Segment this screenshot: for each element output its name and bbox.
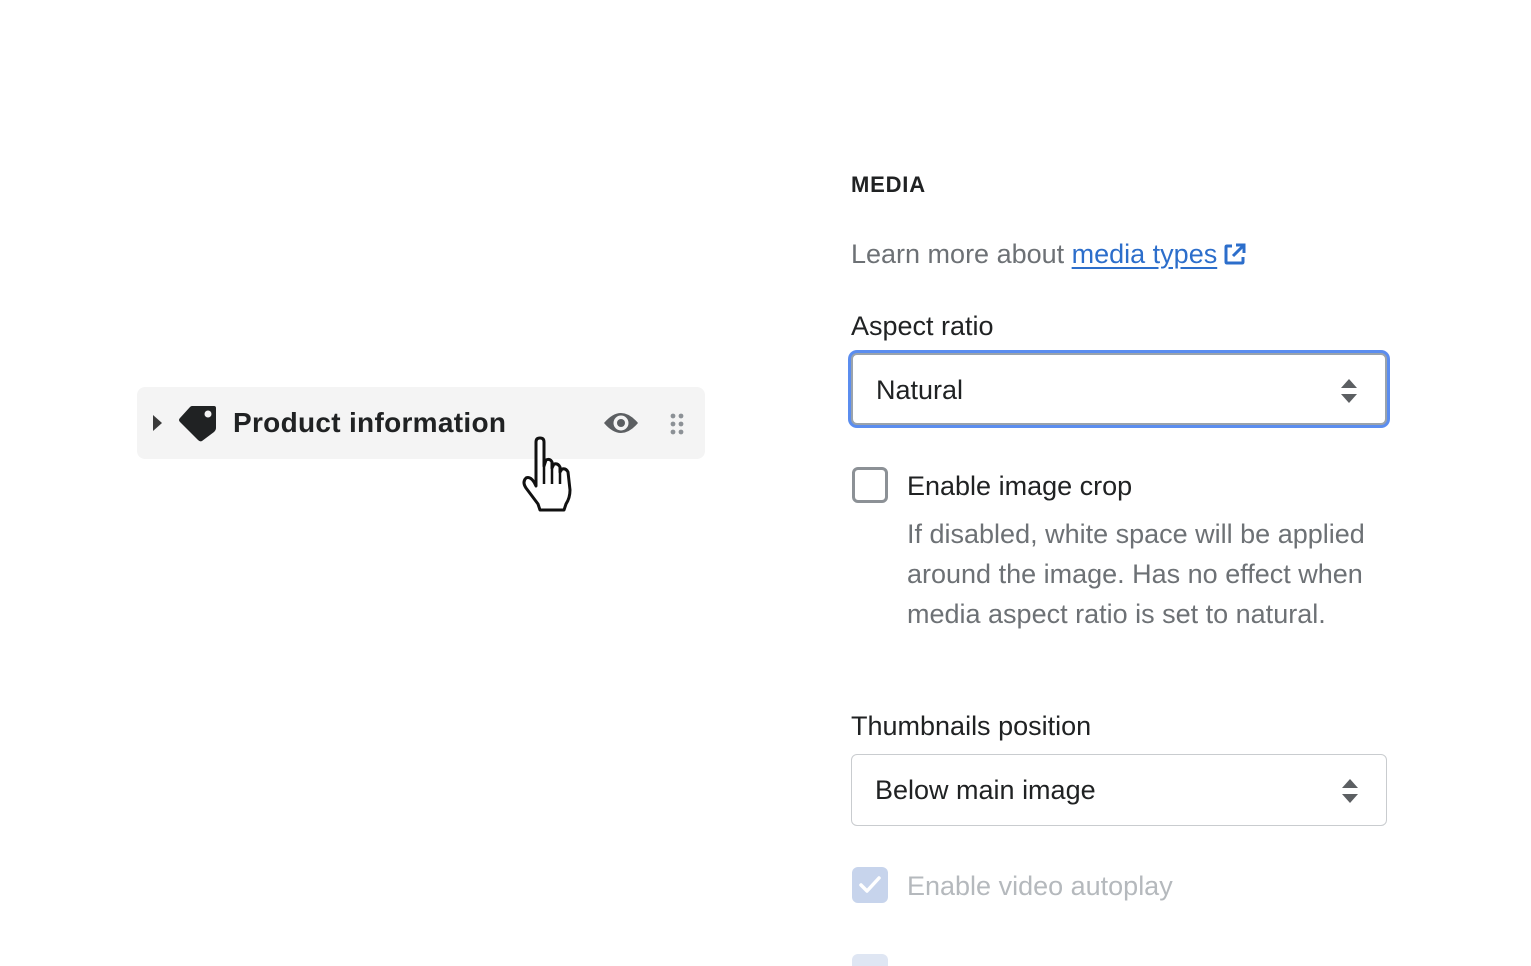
thumbnails-position-label: Thumbnails position	[851, 711, 1092, 741]
aspect-ratio-label: Aspect ratio	[851, 311, 994, 341]
external-link-icon[interactable]	[1223, 242, 1247, 266]
select-arrows-icon	[1342, 779, 1358, 803]
image-crop-help-text: If disabled, white space will be applied…	[907, 519, 1365, 629]
aspect-ratio-value: Natural	[876, 375, 964, 405]
checkmark-icon	[859, 876, 881, 893]
aspect-ratio-select[interactable]: Natural	[851, 353, 1387, 425]
price-tag-icon	[179, 406, 216, 442]
media-types-link[interactable]: media types	[1072, 239, 1218, 269]
visibility-eye-icon[interactable]	[602, 409, 640, 437]
section-item-label: Product information	[233, 407, 507, 438]
thumbnails-position-select[interactable]: Below main image	[851, 754, 1387, 826]
enable-image-crop-checkbox[interactable]	[852, 467, 888, 503]
learn-more-prefix: Learn more about	[851, 239, 1072, 269]
expand-caret-icon[interactable]	[150, 413, 164, 433]
pointer-hand-cursor-icon	[522, 436, 572, 512]
enable-video-autoplay-label: Enable video autoplay	[907, 871, 1173, 901]
enable-video-autoplay-checkbox	[852, 867, 888, 903]
enable-image-crop-label[interactable]: Enable image crop	[907, 468, 1132, 504]
thumbnails-position-value: Below main image	[875, 775, 1096, 805]
select-arrows-icon	[1341, 379, 1357, 403]
next-checkbox-partial	[852, 954, 888, 966]
learn-more-text: Learn more about media types	[851, 236, 1247, 272]
drag-handle-icon[interactable]	[668, 412, 686, 436]
section-heading-media: MEDIA	[851, 172, 926, 197]
